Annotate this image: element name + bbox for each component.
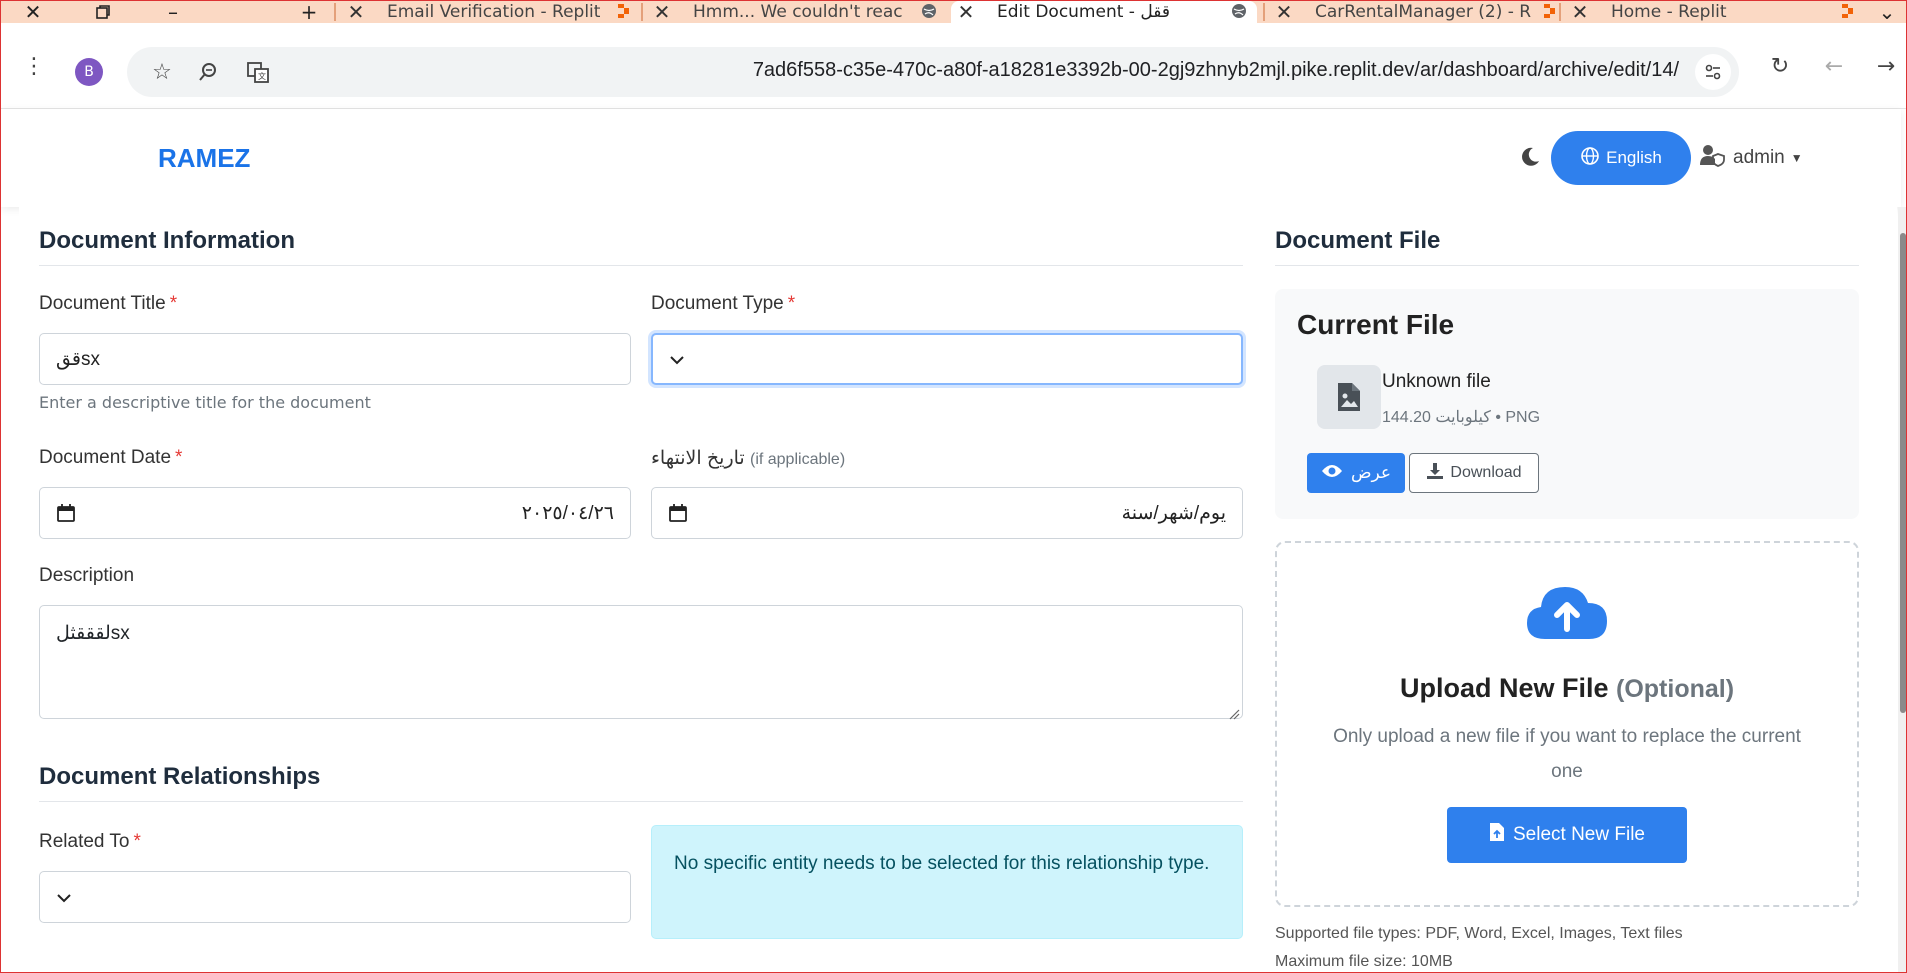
file-upload-icon xyxy=(1489,822,1505,848)
description-label: Description xyxy=(39,565,135,586)
document-date-input[interactable]: ٢٠٢٥/٠٤/٢٦ xyxy=(39,487,631,539)
image-file-icon xyxy=(1317,365,1381,429)
scrollbar-thumb[interactable] xyxy=(1900,233,1906,713)
globe-favicon-icon xyxy=(921,3,937,19)
forward-icon[interactable]: → xyxy=(1871,51,1901,81)
user-shield-icon xyxy=(1699,143,1727,173)
document-title-label: Document Title * xyxy=(39,293,178,314)
document-type-label: Document Type * xyxy=(651,293,796,314)
divider xyxy=(39,265,1243,266)
upload-dropzone[interactable]: Upload New File (Optional) Only upload a… xyxy=(1275,541,1859,907)
upload-description: Only upload a new file if you want to re… xyxy=(1333,726,1801,782)
document-file-heading: Document File xyxy=(1275,227,1441,254)
upload-title: Upload New File (Optional) xyxy=(1399,673,1735,703)
required-marker: * xyxy=(169,293,178,314)
document-type-select[interactable] xyxy=(651,333,1243,385)
profile-avatar[interactable]: B xyxy=(75,58,103,86)
back-icon[interactable]: ← xyxy=(1819,51,1849,81)
document-date-label: Document Date * xyxy=(39,447,183,468)
download-icon xyxy=(1426,462,1444,485)
restore-window-icon[interactable] xyxy=(83,1,123,23)
browser-window: ✕ – + ✕ Email Verification - Replit ✕ Hm… xyxy=(0,0,1907,973)
app-header: RAMEZ English admin ▼ xyxy=(1,109,1901,207)
relationships-heading: Document Relationships xyxy=(39,763,321,790)
tab-car-rental-manager[interactable]: ✕ CarRentalManager (2) - R xyxy=(1269,1,1567,24)
caret-down-icon: ▼ xyxy=(1790,151,1803,165)
cloud-upload-icon xyxy=(1525,581,1609,647)
download-file-button[interactable]: Download xyxy=(1409,453,1539,493)
menu-dots-icon[interactable]: ⋮ xyxy=(19,51,49,81)
browser-toolbar: ⋮ B ☆ 文 7ad6f558-c35e-470c-a80f-a18281e3… xyxy=(1,23,1906,109)
close-tab-icon[interactable]: ✕ xyxy=(653,1,671,24)
document-title-help: Enter a descriptive title for the docume… xyxy=(39,393,371,412)
chevron-down-icon xyxy=(56,887,72,908)
tab-home-replit[interactable]: ✕ Home - Replit xyxy=(1565,1,1865,24)
main-content: Document Information Document Title * ققs… xyxy=(19,207,1897,972)
eye-icon xyxy=(1321,463,1343,484)
language-button[interactable]: English xyxy=(1551,131,1691,185)
select-new-file-button[interactable]: Select New File xyxy=(1447,807,1687,863)
view-file-button[interactable]: عرض xyxy=(1307,453,1405,493)
user-menu[interactable]: admin ▼ xyxy=(1699,143,1803,173)
current-file-panel: Current File Unknown file 144.20 كيلوباي… xyxy=(1275,289,1859,519)
document-info-heading: Document Information xyxy=(39,227,295,254)
replit-favicon-icon xyxy=(1541,3,1557,19)
required-marker: * xyxy=(787,293,796,314)
tab-search-icon[interactable]: ⌄ xyxy=(1867,1,1906,24)
expiry-date-label: تاريخ الانتهاء (if applicable) xyxy=(651,448,846,469)
required-marker: * xyxy=(133,831,141,852)
divider xyxy=(39,801,1243,802)
tab-could-not-reach[interactable]: ✕ Hmm... We couldn't reach xyxy=(647,1,947,24)
document-title-input[interactable]: ققsx xyxy=(39,333,631,385)
divider xyxy=(1275,265,1859,266)
close-tab-icon[interactable]: ✕ xyxy=(1571,1,1589,24)
omnibox[interactable]: ☆ 文 7ad6f558-c35e-470c-a80f-a18281e3392b… xyxy=(127,47,1739,97)
reload-icon[interactable]: ↻ xyxy=(1765,51,1795,81)
calendar-icon[interactable] xyxy=(56,503,76,523)
zoom-icon[interactable] xyxy=(193,57,223,87)
globe-favicon-icon xyxy=(1231,3,1247,19)
close-tab-icon[interactable]: ✕ xyxy=(957,1,975,24)
close-tab-icon[interactable]: ✕ xyxy=(1275,1,1293,24)
dark-mode-moon-icon[interactable] xyxy=(1518,145,1542,169)
expiry-date-input[interactable]: يوم/شهر/سنة xyxy=(651,487,1243,539)
site-settings-icon[interactable] xyxy=(1695,54,1731,90)
resize-handle-icon[interactable] xyxy=(1228,704,1240,720)
current-file-title: Current File xyxy=(1297,309,1455,340)
relationship-info-alert: No specific entity needs to be selected … xyxy=(651,825,1243,939)
tab-email-verification[interactable]: ✕ Email Verification - Replit xyxy=(341,1,641,24)
file-meta: 144.20 كيلوبايت • PNG xyxy=(1382,409,1541,426)
svg-text:文: 文 xyxy=(258,71,266,81)
new-tab-icon[interactable]: + xyxy=(289,1,329,24)
replit-favicon-icon xyxy=(1839,3,1855,19)
close-tab-icon[interactable]: ✕ xyxy=(347,1,365,24)
description-textarea[interactable]: لقققثلsx xyxy=(39,605,1243,720)
translate-icon[interactable]: 文 xyxy=(243,57,273,87)
minimize-window-icon[interactable]: – xyxy=(153,1,193,24)
page-scrollbar[interactable] xyxy=(1898,207,1906,972)
file-name: Unknown file xyxy=(1382,371,1491,392)
globe-icon xyxy=(1580,146,1600,171)
calendar-icon[interactable] xyxy=(668,503,688,523)
bookmark-star-icon[interactable]: ☆ xyxy=(147,57,177,87)
chevron-down-icon xyxy=(669,349,685,370)
replit-favicon-icon xyxy=(615,3,631,19)
max-size-note: Maximum file size: 10MB xyxy=(1275,953,1453,970)
required-marker: * xyxy=(175,447,183,468)
url-text[interactable]: 7ad6f558-c35e-470c-a80f-a18281e3392b-00-… xyxy=(753,59,1679,82)
tab-strip: ✕ – + ✕ Email Verification - Replit ✕ Hm… xyxy=(1,1,1906,24)
tab-edit-document[interactable]: ✕ Edit Document - ققل xyxy=(951,1,1257,24)
related-to-select[interactable] xyxy=(39,871,631,923)
supported-types-note: Supported file types: PDF, Word, Excel, … xyxy=(1275,925,1683,942)
close-window-icon[interactable]: ✕ xyxy=(13,1,53,24)
related-to-label: Related To * xyxy=(39,831,141,852)
brand-logo[interactable]: RAMEZ xyxy=(158,143,250,174)
